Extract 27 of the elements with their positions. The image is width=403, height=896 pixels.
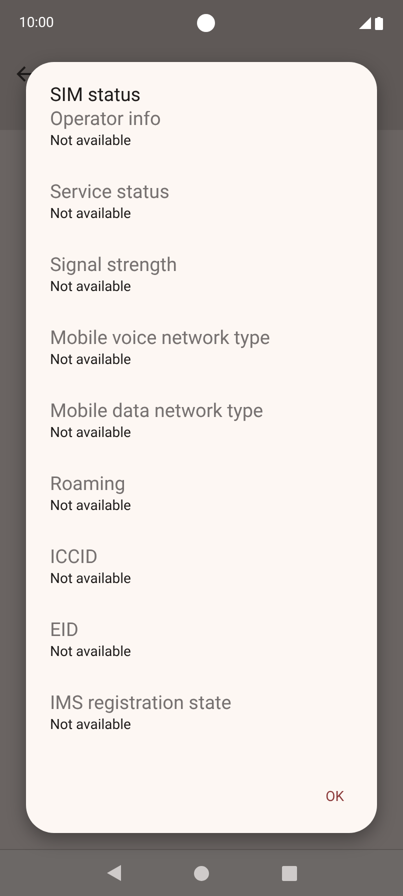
info-label: Mobile voice network type	[50, 325, 272, 351]
info-value: Not available	[50, 497, 132, 515]
ok-button[interactable]: OK	[316, 781, 353, 813]
info-value: Not available	[50, 132, 132, 150]
back-nav-icon[interactable]	[106, 865, 120, 881]
info-value: Not available	[50, 716, 132, 734]
camera-icon	[197, 14, 216, 32]
info-label: Service status	[50, 179, 170, 205]
battery-icon	[375, 16, 383, 30]
info-value: Not available	[50, 351, 132, 369]
info-label: Signal strength	[50, 252, 178, 278]
home-nav-icon[interactable]	[194, 866, 208, 880]
info-value: Not available	[50, 278, 132, 296]
info-value: Not available	[50, 424, 132, 442]
info-label: EID	[50, 617, 80, 643]
status-time: 10:00	[19, 15, 54, 31]
info-label: ICCID	[50, 544, 99, 570]
info-value: Not available	[50, 205, 132, 223]
back-arrow-icon[interactable]	[16, 65, 34, 83]
info-value: Not available	[50, 570, 132, 588]
info-value: Not available	[50, 643, 132, 661]
info-label: IMS registration state	[50, 690, 232, 716]
recents-nav-icon[interactable]	[282, 866, 296, 880]
signal-icon	[359, 17, 371, 29]
dialog-title: SIM status	[49, 82, 142, 108]
info-label: Mobile data network type	[50, 398, 264, 424]
info-label: Roaming	[50, 471, 126, 497]
